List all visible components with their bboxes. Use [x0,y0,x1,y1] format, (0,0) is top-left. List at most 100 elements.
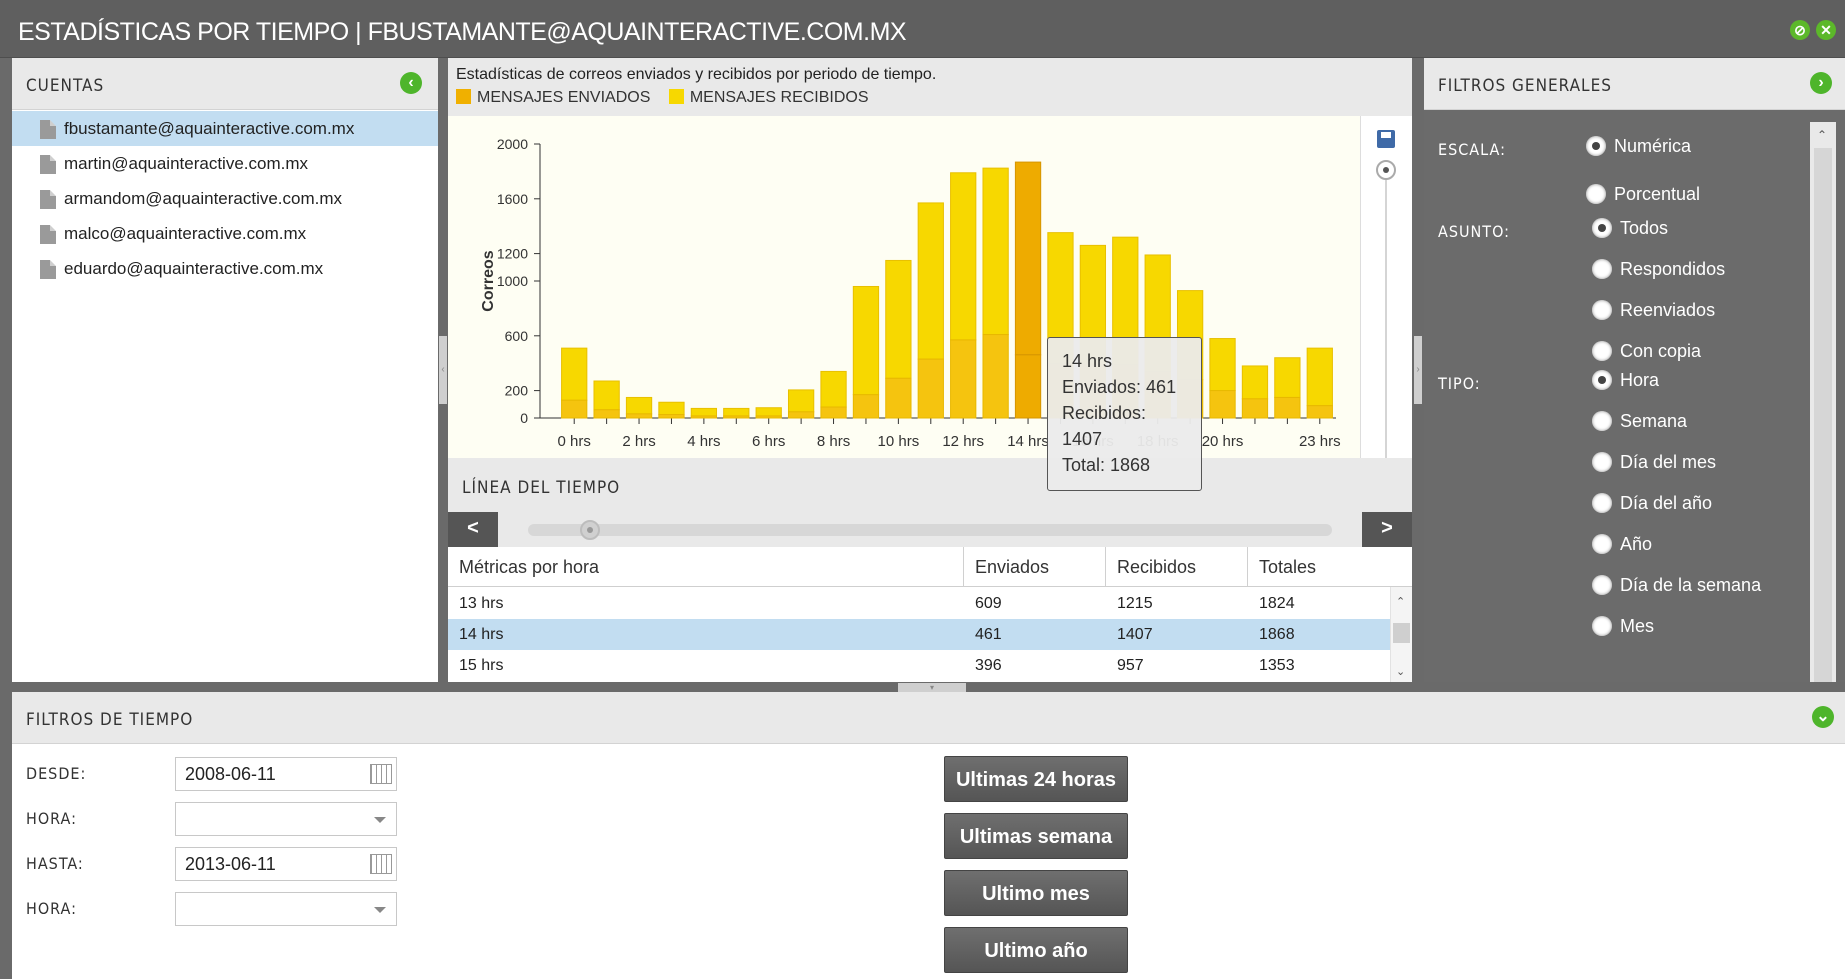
bar-recibidos [658,401,685,416]
splitter-handle-bottom[interactable]: ▾ [898,683,966,692]
scroll-thumb[interactable] [1393,623,1410,643]
radio-icon[interactable] [1592,259,1612,279]
column-metricas[interactable]: Métricas por hora [448,547,964,587]
radio-icon[interactable] [1592,534,1612,554]
grid-scrollbar[interactable]: ⌃ ⌄ [1390,587,1412,682]
bar-enviados [852,394,880,419]
escala-option[interactable]: Numérica [1586,136,1691,156]
dropdown-arrow-icon[interactable] [374,907,386,913]
document-icon [40,120,56,139]
accounts-header: CUENTAS ‹ [12,58,438,110]
last-week-button[interactable]: Ultimas semana [944,813,1128,859]
collapse-left-icon[interactable]: ‹ [400,72,422,94]
radio-icon[interactable] [1592,341,1612,361]
account-item[interactable]: armandom@aquainteractive.com.mx [12,181,438,216]
account-item[interactable]: eduardo@aquainteractive.com.mx [12,251,438,286]
timeline-prev-button[interactable]: < [448,512,498,547]
last-year-button[interactable]: Ultimo año [944,927,1128,973]
radio-label: Todos [1620,218,1669,238]
bar-recibidos [755,407,782,417]
chart-tooltip: 14 hrs Enviados: 461 Recibidos: 1407 Tot… [1047,337,1202,491]
timeline-next-button[interactable]: > [1362,512,1412,547]
timeline-track[interactable] [528,524,1332,536]
tipo-option[interactable]: Día del mes [1592,452,1716,472]
filters-scroll-thumb[interactable] [1814,148,1832,682]
table-cell: 957 [1117,657,1144,674]
chart-description: Estadísticas de correos enviados y recib… [456,66,937,83]
bottom-splitter[interactable]: ▾ [12,682,1845,692]
tipo-option[interactable]: Día de la semana [1592,575,1761,595]
radio-label: Hora [1620,370,1660,390]
tipo-option[interactable]: Mes [1592,616,1654,636]
column-enviados[interactable]: Enviados [964,547,1106,587]
radio-icon[interactable] [1592,452,1612,472]
radio-icon[interactable] [1592,575,1612,595]
asunto-option[interactable]: Todos [1592,218,1668,238]
bar-enviados [1014,354,1042,419]
radio-label: Día de la semana [1620,575,1762,595]
account-label: fbustamante@aquainteractive.com.mx [64,119,355,138]
left-splitter[interactable]: ‹ [438,58,448,682]
account-item[interactable]: martin@aquainteractive.com.mx [12,146,438,181]
account-item[interactable]: malco@aquainteractive.com.mx [12,216,438,251]
save-icon[interactable] [1377,130,1395,148]
right-splitter[interactable]: › [1412,58,1424,682]
radio-icon[interactable] [1592,300,1612,320]
last-24-hours-button[interactable]: Ultimas 24 horas [944,756,1128,802]
column-totales[interactable]: Totales [1248,547,1412,587]
escala-option[interactable]: Porcentual [1586,184,1700,204]
filters-scroll-up-icon[interactable]: ⌃ [1817,128,1827,142]
hasta-date-field[interactable]: 2013-06-11 [175,847,397,881]
y-tick-label: 1200 [497,246,528,262]
tipo-option[interactable]: Semana [1592,411,1687,431]
bar-enviados [658,414,685,419]
bar-recibidos [723,407,750,417]
splitter-handle-right[interactable]: › [1414,336,1422,404]
collapse-right-icon[interactable]: › [1810,72,1832,94]
minimize-icon[interactable]: ⊘ [1790,20,1810,40]
hora1-select[interactable] [175,802,397,836]
radio-icon[interactable] [1592,616,1612,636]
close-icon[interactable]: ✕ [1816,20,1836,40]
radio-icon[interactable] [1586,184,1606,204]
timeline-thumb[interactable] [580,520,600,540]
radio-icon[interactable] [1592,411,1612,431]
account-item[interactable]: fbustamante@aquainteractive.com.mx [12,111,438,146]
calendar-icon[interactable] [370,764,392,784]
dropdown-arrow-icon[interactable] [374,817,386,823]
hasta-value: 2013-06-11 [185,854,276,874]
table-row[interactable]: 15 hrs 396 957 1353 [448,650,1390,681]
filters-scrollbar[interactable]: ⌃ [1810,122,1836,682]
general-filters-header: FILTROS GENERALES › [1424,58,1845,110]
radio-icon[interactable] [1592,370,1612,390]
zoom-knob[interactable] [1376,160,1396,180]
legend-label-enviados: MENSAJES ENVIADOS [477,89,651,106]
scroll-up-icon[interactable]: ⌃ [1396,595,1405,608]
asunto-option[interactable]: Respondidos [1592,259,1725,279]
scroll-down-icon[interactable]: ⌄ [1396,665,1405,678]
tipo-option[interactable]: Hora [1592,370,1659,390]
time-filters-panel: FILTROS DE TIEMPO ⌄ DESDE: 2008-06-11 HO… [12,692,1845,979]
bar-enviados [917,358,944,419]
y-tick-label: 2000 [497,136,528,152]
asunto-option[interactable]: Con copia [1592,341,1701,361]
radio-icon[interactable] [1592,493,1612,513]
hora2-select[interactable] [175,892,397,926]
asunto-option[interactable]: Reenviados [1592,300,1715,320]
collapse-down-icon[interactable]: ⌄ [1812,706,1834,728]
desde-date-field[interactable]: 2008-06-11 [175,757,397,791]
zoom-track[interactable] [1385,168,1387,458]
column-recibidos[interactable]: Recibidos [1106,547,1248,587]
table-cell: 609 [975,595,1002,612]
table-cell: 1215 [1117,595,1153,612]
radio-icon[interactable] [1586,136,1606,156]
calendar-icon[interactable] [370,854,392,874]
last-month-button[interactable]: Ultimo mes [944,870,1128,916]
splitter-handle-left[interactable]: ‹ [439,336,447,404]
radio-icon[interactable] [1592,218,1612,238]
tipo-option[interactable]: Día del año [1592,493,1712,513]
table-row[interactable]: 14 hrs 461 1407 1868 [448,619,1390,650]
table-row[interactable]: 13 hrs 609 1215 1824 [448,588,1390,619]
tipo-option[interactable]: Año [1592,534,1652,554]
tooltip-recibidos: Recibidos: 1407 [1062,403,1147,449]
